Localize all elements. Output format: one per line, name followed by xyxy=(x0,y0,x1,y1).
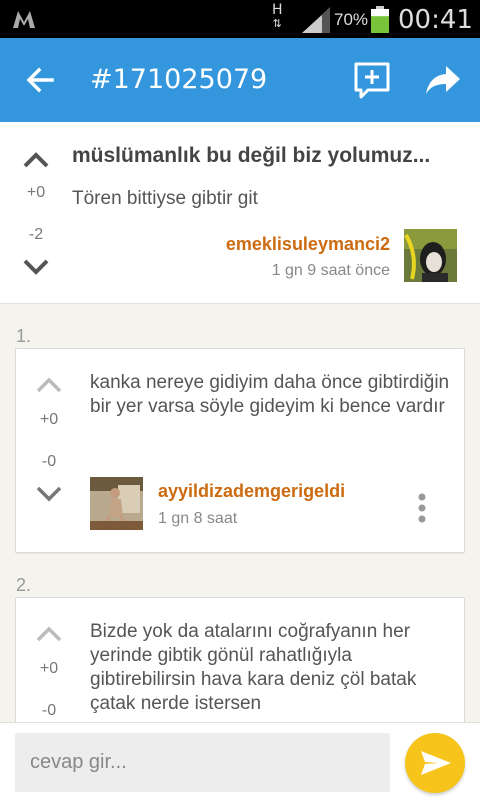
battery-percent: 70% xyxy=(334,10,369,29)
downvote-icon[interactable] xyxy=(21,255,51,279)
downvote-icon[interactable] xyxy=(34,482,64,506)
clock: 00:41 xyxy=(398,5,473,35)
status-bar: H ⇅ 70% 00:41 xyxy=(0,0,480,38)
signal-icon xyxy=(302,7,330,33)
share-icon[interactable] xyxy=(424,62,462,98)
network-type: H ⇅ xyxy=(272,2,283,30)
downvote-count: -0 xyxy=(41,453,57,470)
comment-author[interactable]: ayyildizademgerigeldi xyxy=(158,481,345,502)
app-logo-icon xyxy=(13,11,35,28)
comment-text: kanka nereye gidiyim daha önce gibtirdiğ… xyxy=(90,372,450,417)
comment-index: 2. xyxy=(16,575,32,595)
reply-bar xyxy=(0,722,480,800)
avatar[interactable] xyxy=(404,229,457,282)
back-arrow-icon[interactable] xyxy=(22,62,58,98)
comment-card: +0 -0 Bizde yok da atalarını coğrafyanın… xyxy=(15,597,465,737)
comment-index: 1. xyxy=(16,326,32,346)
post-title: müslümanlık bu değil biz yolumuz... xyxy=(72,144,431,167)
send-button[interactable] xyxy=(405,733,465,793)
upvote-count: +0 xyxy=(39,411,59,428)
upvote-count: +0 xyxy=(39,660,59,677)
upvote-count: +0 xyxy=(26,184,46,201)
post-time: 1 gn 9 saat önce xyxy=(271,262,390,279)
avatar[interactable] xyxy=(90,477,143,530)
comment-time: 1 gn 8 saat xyxy=(158,510,238,527)
send-icon xyxy=(421,751,451,775)
post-author[interactable]: emeklisuleymanci2 xyxy=(226,234,390,255)
page-title: #171025079 xyxy=(90,64,268,95)
upvote-icon[interactable] xyxy=(34,622,64,646)
upvote-icon[interactable] xyxy=(34,373,64,397)
battery-icon xyxy=(371,6,389,33)
app-bar: #171025079 xyxy=(0,38,480,122)
post-header: +0 -2 müslümanlık bu değil biz yolumuz..… xyxy=(0,122,480,304)
add-comment-icon[interactable] xyxy=(352,60,392,100)
comment-text: Bizde yok da atalarını coğrafyanın her y… xyxy=(90,621,417,714)
reply-input[interactable] xyxy=(15,733,390,792)
post-body: Tören bittiyse gibtir git xyxy=(72,188,258,209)
downvote-count: -2 xyxy=(28,226,44,243)
comment-card: +0 -0 kanka nereye gidiyim daha önce gib… xyxy=(15,348,465,553)
more-options-icon[interactable] xyxy=(412,492,432,524)
downvote-count: -0 xyxy=(41,702,57,719)
upvote-icon[interactable] xyxy=(21,148,51,172)
